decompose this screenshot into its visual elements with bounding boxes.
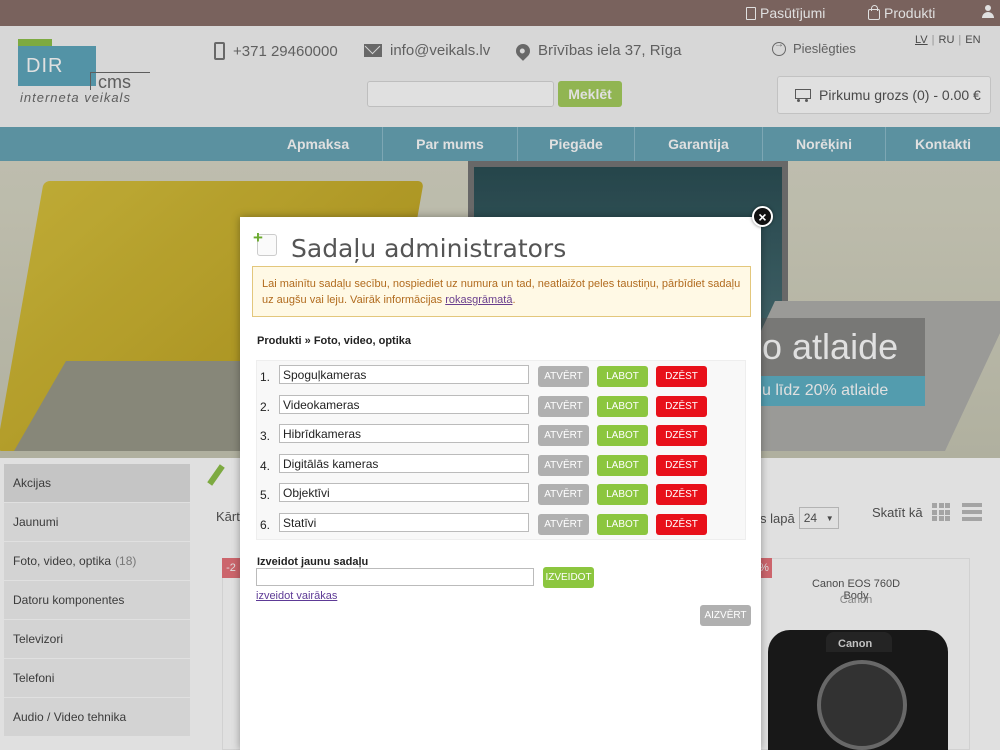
edit-button[interactable]: LABOT: [597, 484, 648, 505]
plus-icon: +: [253, 228, 263, 247]
new-section-input[interactable]: [256, 568, 534, 586]
section-row: 4. Digitālās kameras ATVĒRT LABOT DZĒST: [257, 450, 747, 479]
close-icon[interactable]: ×: [752, 206, 773, 227]
edit-button[interactable]: LABOT: [597, 395, 648, 417]
delete-button[interactable]: DZĒST: [656, 513, 707, 535]
open-button[interactable]: ATVĒRT: [538, 454, 589, 476]
create-multiple-link[interactable]: izveidot vairākas: [256, 590, 337, 602]
section-order-handle[interactable]: 5.: [260, 488, 270, 502]
delete-button[interactable]: DZĒST: [656, 366, 707, 387]
section-row: 5. Objektīvi ATVĒRT LABOT DZĒST: [257, 479, 747, 508]
delete-button[interactable]: DZĒST: [656, 484, 707, 505]
edit-button[interactable]: LABOT: [597, 366, 648, 387]
section-row: 1. Spoguļkameras ATVĒRT LABOT DZĒST: [257, 361, 747, 390]
edit-button[interactable]: LABOT: [597, 425, 648, 446]
edit-button[interactable]: LABOT: [597, 513, 648, 535]
section-name-field[interactable]: Statīvi: [279, 512, 529, 532]
section-order-handle[interactable]: 2.: [260, 400, 270, 414]
section-order-handle[interactable]: 4.: [260, 459, 270, 473]
open-button[interactable]: ATVĒRT: [538, 513, 589, 535]
create-button[interactable]: IZVEIDOT: [543, 567, 594, 588]
delete-button[interactable]: DZĒST: [656, 454, 707, 476]
section-row: 2. Videokameras ATVĒRT LABOT DZĒST: [257, 391, 747, 420]
breadcrumb: Produkti » Foto, video, optika: [257, 335, 412, 347]
section-row: 6. Statīvi ATVĒRT LABOT DZĒST: [257, 509, 747, 538]
new-section-label: Izveidot jaunu sadaļu: [257, 556, 369, 568]
open-button[interactable]: ATVĒRT: [538, 425, 589, 446]
section-name-field[interactable]: Hibrīdkameras: [279, 424, 529, 443]
edit-button[interactable]: LABOT: [597, 454, 648, 476]
manual-link[interactable]: rokasgrāmatā: [445, 294, 512, 306]
delete-button[interactable]: DZĒST: [656, 425, 707, 446]
section-name-field[interactable]: Videokameras: [279, 394, 529, 414]
section-name-field[interactable]: Spoguļkameras: [279, 365, 529, 384]
section-name-field[interactable]: Digitālās kameras: [279, 453, 529, 473]
delete-button[interactable]: DZĒST: [656, 395, 707, 417]
modal-title: Sadaļu administrators: [291, 234, 567, 263]
section-order-handle[interactable]: 3.: [260, 429, 270, 443]
section-order-handle[interactable]: 1.: [260, 370, 270, 384]
info-notice: Lai mainītu sadaļu secību, nospiediet uz…: [252, 266, 751, 317]
notice-end: .: [512, 294, 516, 306]
section-name-field[interactable]: Objektīvi: [279, 483, 529, 502]
section-order-handle[interactable]: 6.: [260, 518, 270, 532]
open-button[interactable]: ATVĒRT: [538, 395, 589, 417]
close-button[interactable]: AIZVĒRT: [700, 605, 751, 626]
open-button[interactable]: ATVĒRT: [538, 484, 589, 505]
section-list: 1. Spoguļkameras ATVĒRT LABOT DZĒST 2. V…: [256, 360, 746, 540]
section-row: 3. Hibrīdkameras ATVĒRT LABOT DZĒST: [257, 420, 747, 449]
open-button[interactable]: ATVĒRT: [538, 366, 589, 387]
